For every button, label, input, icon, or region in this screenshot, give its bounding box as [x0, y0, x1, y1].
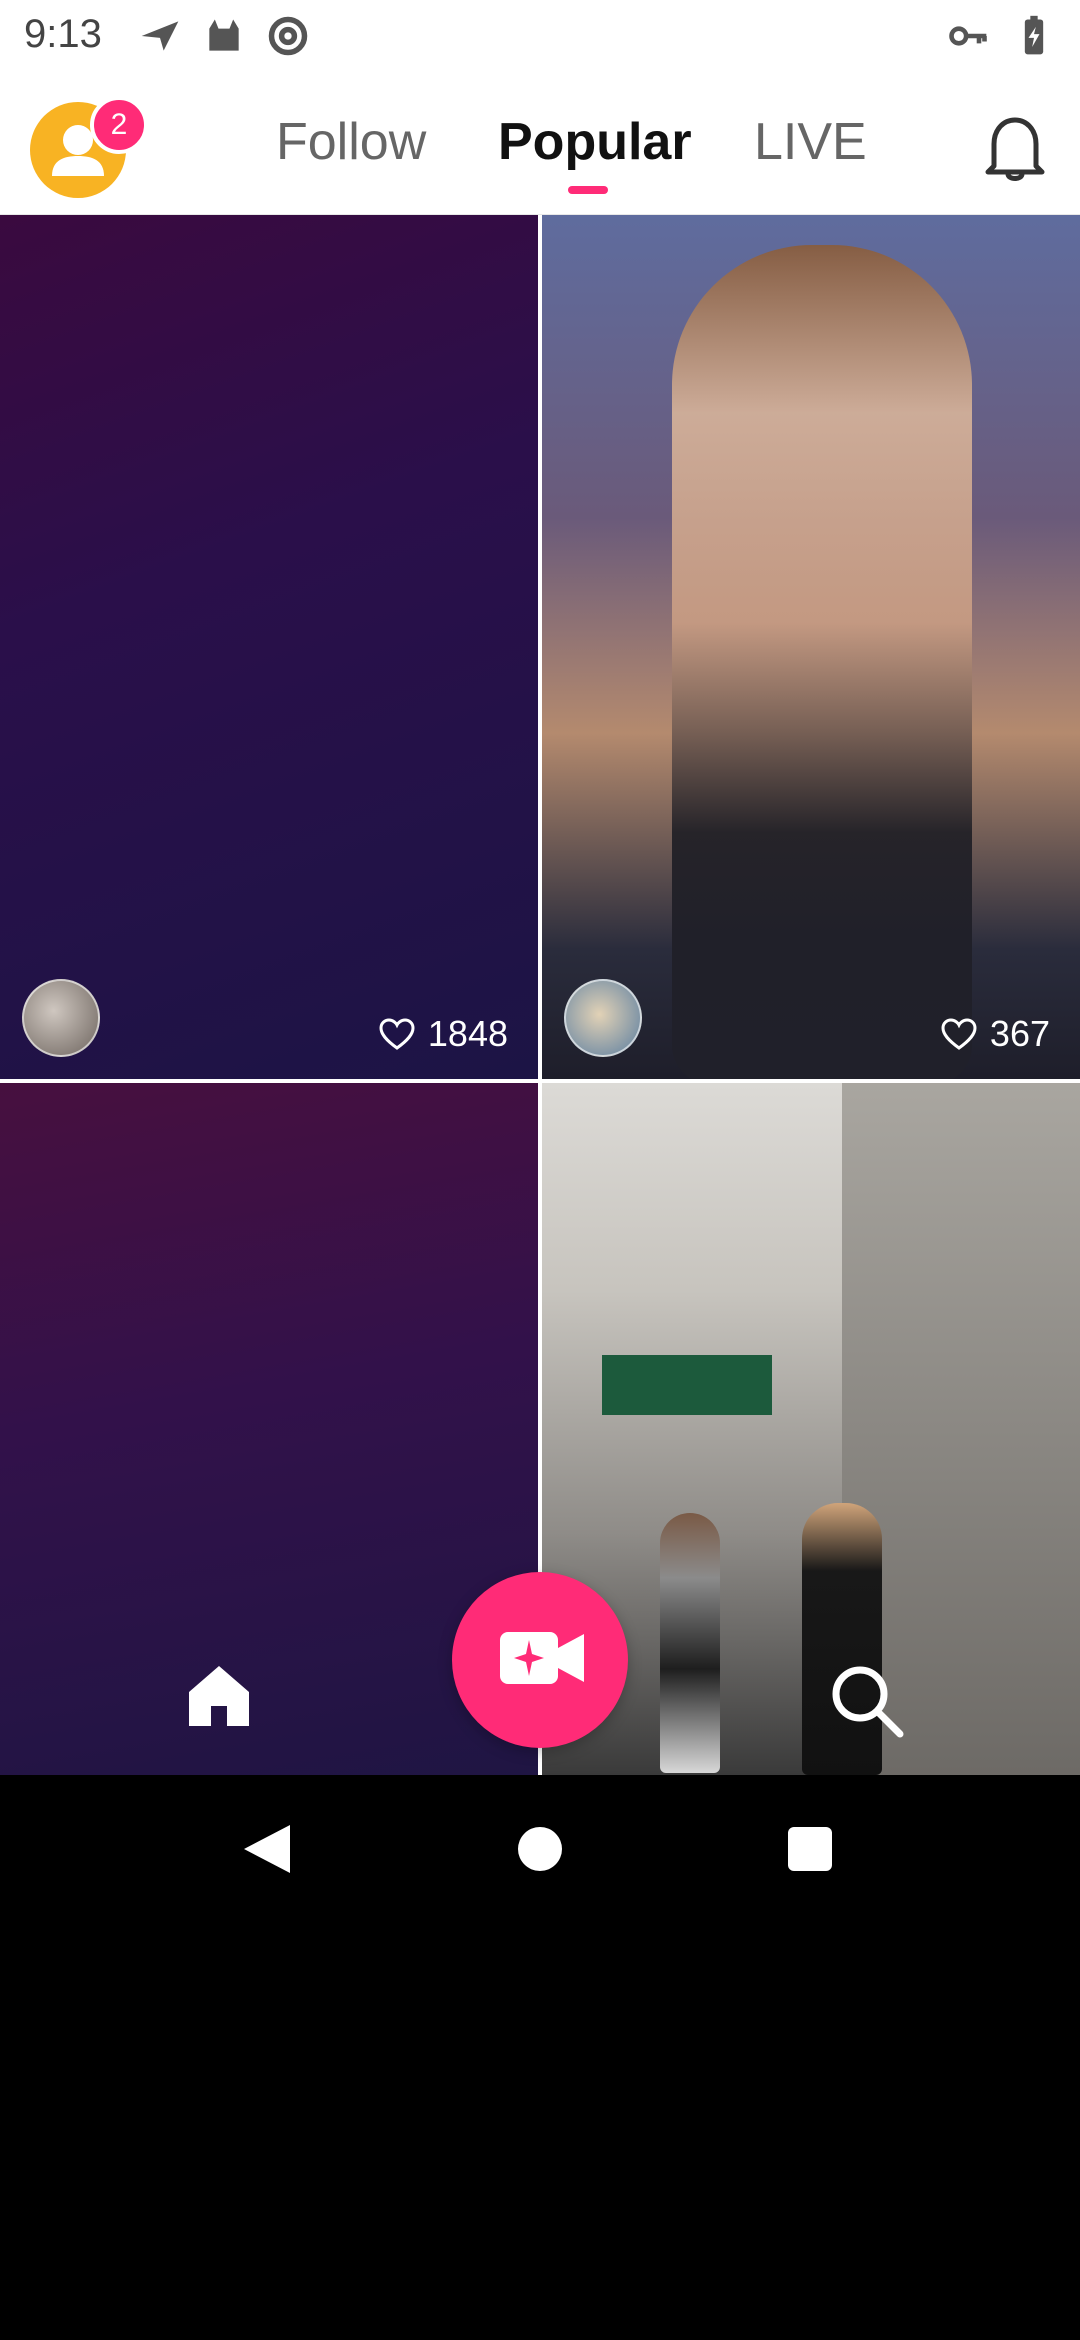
app-screen: 9:13 2 Follow Popular LIVE 1848 367	[0, 0, 1080, 2340]
status-icons-right	[946, 14, 1056, 58]
like-count-value: 367	[989, 1013, 1050, 1054]
tab-live[interactable]: LIVE	[754, 112, 867, 172]
active-tab-indicator	[568, 186, 608, 194]
creator-avatar[interactable]	[564, 979, 642, 1057]
bell-icon[interactable]	[982, 110, 1048, 184]
like-count-value: 1848	[427, 1013, 508, 1054]
video-card[interactable]: 367	[542, 215, 1080, 1079]
status-icons-left	[138, 14, 310, 58]
key-icon	[949, 26, 987, 46]
cat-icon	[209, 19, 239, 51]
battery-charging-icon	[1024, 15, 1044, 55]
tab-follow[interactable]: Follow	[276, 112, 426, 172]
record-video-icon	[500, 1632, 584, 1684]
video-card[interactable]: 1848	[0, 215, 538, 1079]
record-video-button[interactable]	[452, 1572, 628, 1748]
tab-popular[interactable]: Popular	[498, 112, 692, 172]
like-count: 367	[940, 1013, 1050, 1055]
home-circle-icon[interactable]	[518, 1827, 562, 1871]
video-grid: 1848 367	[0, 215, 1080, 1775]
feed-tabs: Follow Popular LIVE	[0, 72, 1080, 214]
thumbnail-banner	[602, 1355, 772, 1415]
at-sign-icon	[268, 16, 308, 56]
heart-icon	[941, 1018, 977, 1050]
creator-avatar[interactable]	[22, 979, 100, 1057]
status-time: 9:13	[24, 12, 102, 56]
thumbnail-person	[660, 1513, 720, 1773]
search-icon[interactable]	[826, 1660, 906, 1740]
heart-icon	[379, 1018, 415, 1050]
thumbnail-figure	[672, 245, 972, 1079]
like-count: 1848	[378, 1013, 508, 1055]
send-icon	[141, 21, 179, 51]
recent-apps-icon[interactable]	[788, 1827, 832, 1871]
top-header: 2 Follow Popular LIVE	[0, 72, 1080, 215]
back-icon[interactable]	[242, 1823, 292, 1875]
status-bar: 9:13	[0, 0, 1080, 72]
system-navigation-bar	[0, 1775, 1080, 1921]
home-icon[interactable]	[184, 1660, 254, 1730]
